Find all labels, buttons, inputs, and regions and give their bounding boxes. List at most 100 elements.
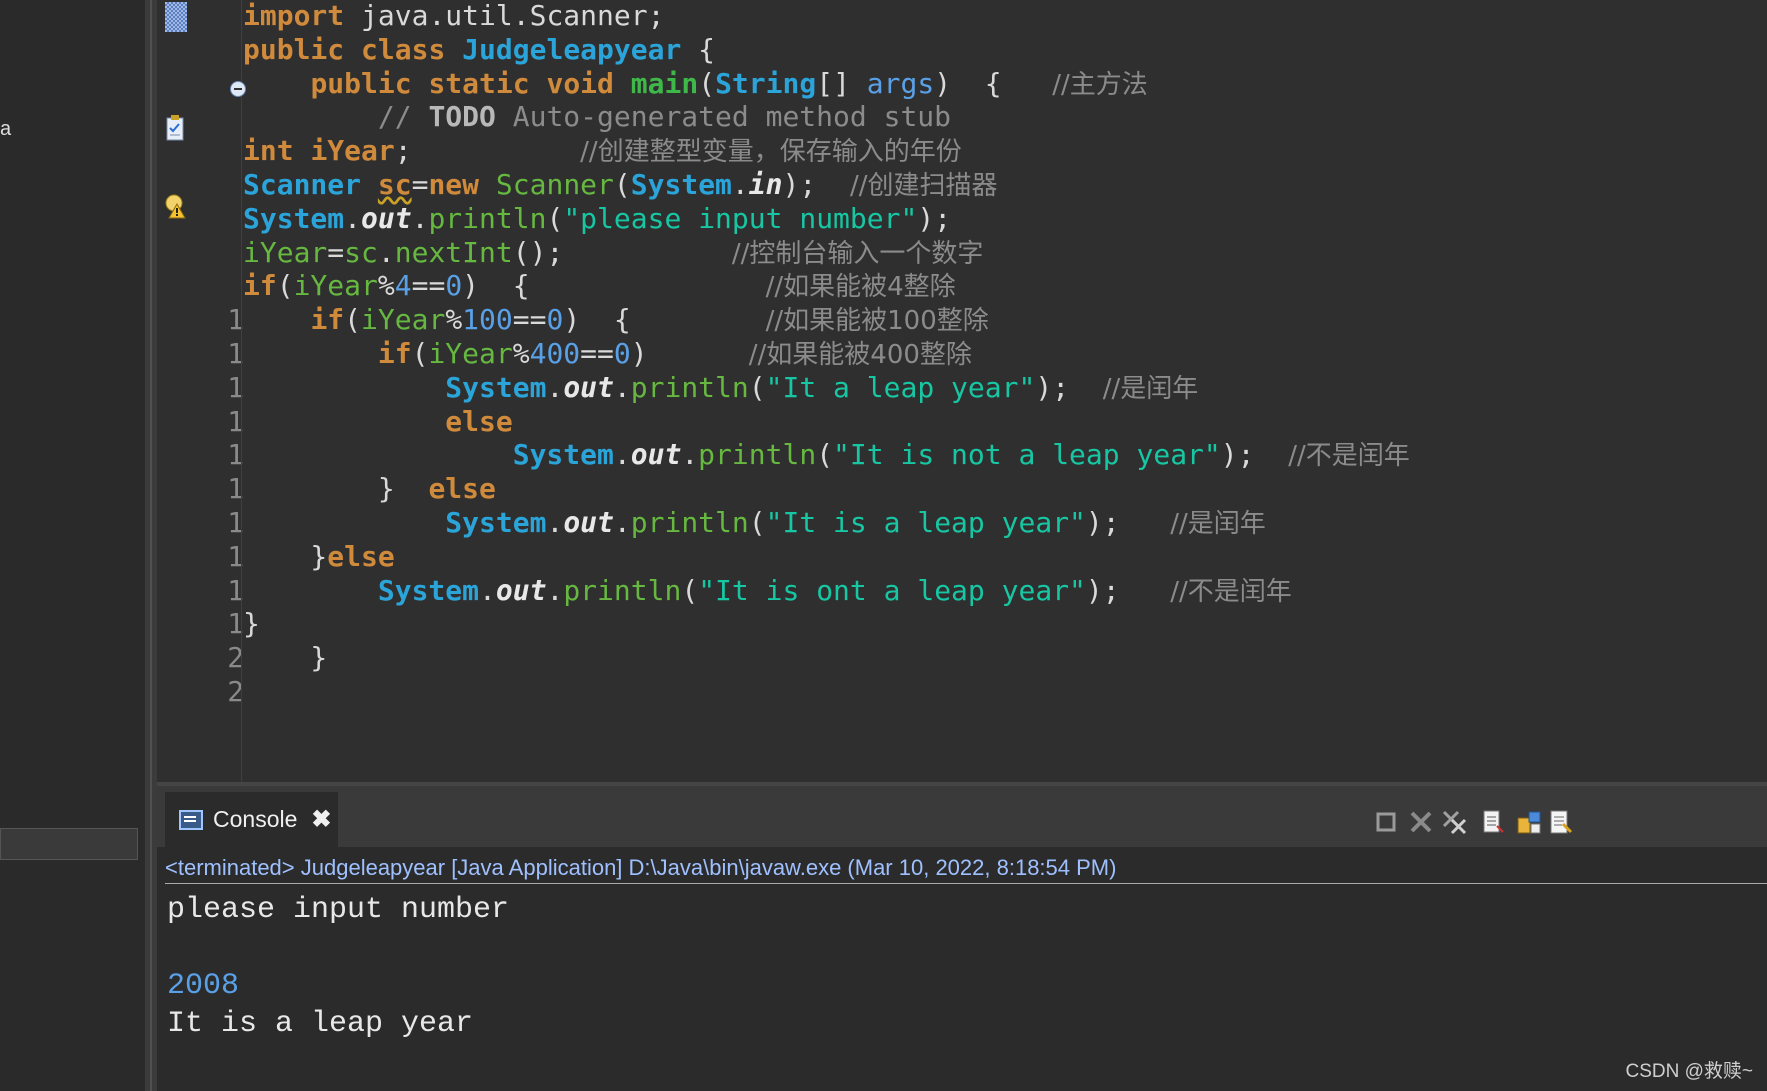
console-view[interactable]: <terminated> Judgeleapyear [Java Applica… bbox=[157, 847, 1767, 1091]
code-token: ( bbox=[546, 201, 564, 235]
code-token: out bbox=[563, 370, 614, 404]
code-token: = bbox=[411, 168, 429, 201]
fold-collapse-icon[interactable] bbox=[230, 81, 246, 97]
code-token: } bbox=[243, 472, 429, 506]
code-line[interactable]: } else bbox=[243, 470, 496, 508]
code-token: String bbox=[715, 66, 817, 100]
code-line[interactable]: System.out.println("It is ont a leap yea… bbox=[243, 572, 1292, 610]
code-line[interactable]: public class Judgeleapyear { bbox=[243, 31, 715, 69]
code-token: //不是闰年 bbox=[1170, 576, 1292, 607]
code-line[interactable]: }else bbox=[243, 538, 394, 576]
code-token: public bbox=[243, 32, 345, 66]
code-line[interactable]: iYear=sc.nextInt(); //控制台输入一个数字 bbox=[243, 234, 983, 272]
code-token: { bbox=[681, 32, 716, 66]
code-line[interactable]: if(iYear%400==0) //如果能被400整除 bbox=[243, 335, 972, 373]
code-line[interactable]: System.out.println("It is not a leap yea… bbox=[243, 436, 1410, 474]
display-selected-console-icon[interactable] bbox=[1547, 808, 1575, 836]
code-token: ); bbox=[1085, 506, 1171, 539]
code-token: iYear bbox=[428, 337, 513, 370]
code-token: . bbox=[479, 573, 496, 607]
code-token: ); bbox=[1035, 370, 1103, 404]
code-line[interactable]: System.out.println("please input number"… bbox=[243, 200, 951, 238]
code-token: java.util.Scanner; bbox=[344, 0, 665, 32]
code-token: println bbox=[630, 506, 749, 539]
explorer-stub-text: a bbox=[0, 118, 12, 140]
scroll-lock-icon[interactable] bbox=[1479, 808, 1507, 836]
code-token: . bbox=[344, 201, 362, 235]
code-line[interactable]: if(iYear%4==0) { //如果能被4整除 bbox=[243, 267, 956, 305]
code-line[interactable]: if(iYear%100==0) { //如果能被100整除 bbox=[243, 301, 989, 339]
code-token: ) { bbox=[462, 269, 766, 303]
code-line[interactable]: public static void main(String[] args) {… bbox=[243, 65, 1148, 103]
code-token: //主方法 bbox=[1052, 69, 1148, 100]
code-token: iYear bbox=[361, 303, 446, 337]
stop-icon[interactable] bbox=[1372, 808, 1400, 836]
code-token: //创建扫描器 bbox=[849, 171, 998, 201]
code-token: else bbox=[445, 404, 513, 438]
code-token: 100 bbox=[462, 303, 513, 337]
code-token: //控制台输入一个数字 bbox=[731, 238, 984, 269]
remove-all-icon[interactable] bbox=[1440, 808, 1468, 836]
code-token: println bbox=[563, 573, 682, 607]
code-token: iYear bbox=[310, 134, 395, 168]
code-token: "It is a leap year" bbox=[765, 506, 1086, 539]
code-line[interactable]: int iYear; //创建整型变量，保存输入的年份 bbox=[243, 132, 962, 170]
code-token: . bbox=[731, 168, 749, 201]
code-token: System bbox=[243, 201, 345, 235]
close-icon[interactable]: ✖ bbox=[311, 805, 331, 834]
annotation-ruler bbox=[157, 0, 189, 782]
code-token: if bbox=[243, 269, 277, 303]
code-token: ( bbox=[816, 438, 834, 472]
code-line[interactable]: // TODO Auto-generated method stub bbox=[243, 98, 951, 136]
code-token: . bbox=[613, 506, 631, 539]
warning-marker-icon[interactable] bbox=[165, 190, 187, 220]
code-token: //如果能被100整除 bbox=[765, 306, 989, 337]
code-token: if bbox=[310, 303, 345, 337]
task-marker-icon[interactable] bbox=[165, 114, 187, 144]
console-header-divider bbox=[165, 883, 1767, 884]
code-token: ) { bbox=[563, 303, 766, 337]
code-token: . bbox=[411, 201, 429, 235]
code-token: ); bbox=[1220, 438, 1289, 472]
code-token: new bbox=[428, 168, 480, 201]
code-token: public bbox=[310, 66, 412, 100]
code-token: iYear bbox=[293, 269, 378, 303]
code-line[interactable]: Scanner sc=new Scanner(System.in); //创建扫… bbox=[243, 166, 997, 204]
code-line[interactable]: import java.util.Scanner; bbox=[243, 0, 664, 35]
code-token: ); bbox=[1085, 573, 1171, 607]
code-token: System bbox=[630, 168, 732, 201]
code-token: == bbox=[512, 303, 547, 337]
package-explorer-panel: a bbox=[0, 0, 145, 1091]
remove-launch-icon[interactable] bbox=[1407, 808, 1435, 836]
explorer-scrollbar[interactable] bbox=[0, 828, 138, 860]
code-line[interactable]: } bbox=[243, 639, 327, 677]
code-token: println bbox=[698, 438, 817, 472]
code-line[interactable]: else bbox=[243, 403, 513, 441]
code-token: sc bbox=[344, 235, 378, 269]
code-token: ( bbox=[698, 66, 716, 100]
code-token: % bbox=[512, 337, 530, 370]
code-token: System bbox=[377, 573, 480, 607]
code-token: 0 bbox=[445, 269, 463, 303]
console-output-line: please input number bbox=[167, 893, 510, 927]
code-editor[interactable]: 123456789101112131415161718192021 import… bbox=[157, 0, 1767, 782]
code-line[interactable]: System.out.println("It is a leap year");… bbox=[243, 504, 1265, 542]
code-line[interactable]: System.out.println("It a leap year"); //… bbox=[243, 369, 1198, 407]
panel-splitter[interactable] bbox=[145, 0, 157, 1091]
code-text-area[interactable]: import java.util.Scanner; public class Ju… bbox=[243, 0, 1767, 782]
line-number-gutter: 123456789101112131415161718192021 bbox=[189, 0, 261, 782]
breakpoint-marker-icon[interactable] bbox=[165, 2, 187, 32]
code-line[interactable]: } bbox=[243, 605, 260, 643]
code-token: //如果能被400整除 bbox=[748, 340, 972, 370]
tab-console[interactable]: Console ✖ bbox=[165, 792, 338, 847]
pin-console-icon[interactable] bbox=[1515, 808, 1543, 836]
